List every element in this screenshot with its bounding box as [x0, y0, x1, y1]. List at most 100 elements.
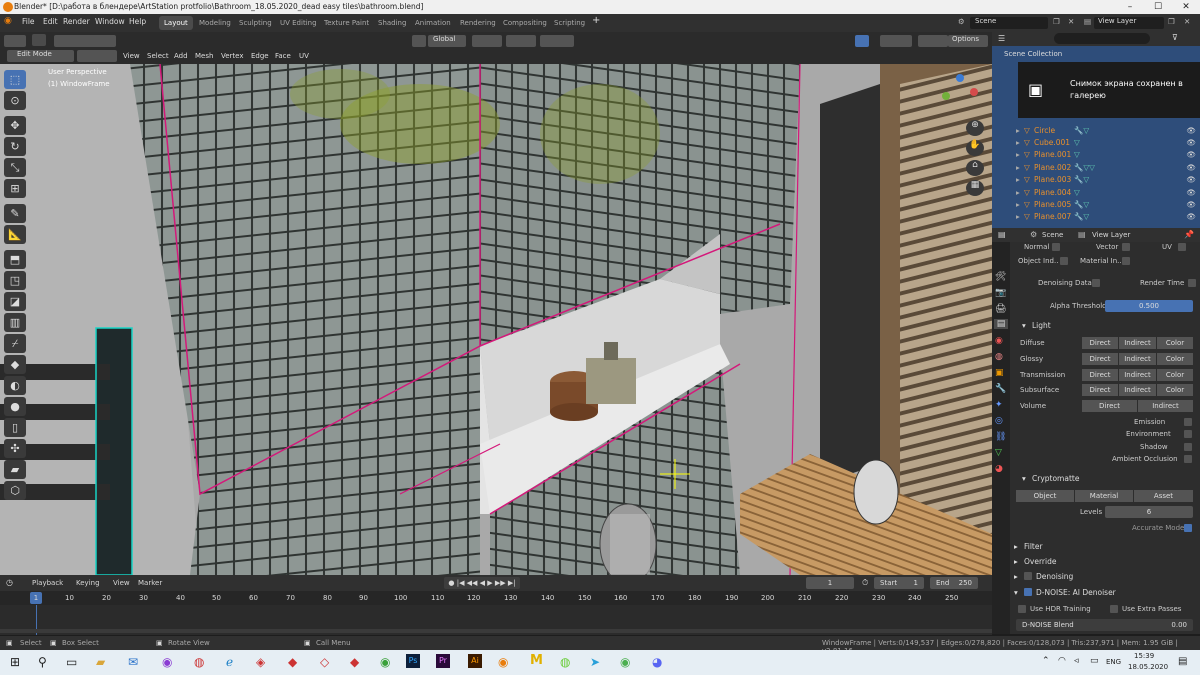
move-tool-icon[interactable]: ✥: [4, 116, 26, 135]
object-tab-icon[interactable]: ▣: [995, 368, 1004, 378]
outliner-row[interactable]: ▸ ▽ Plane.001 ▽ 👁: [1016, 149, 1200, 161]
tab-scripting[interactable]: Scripting: [549, 16, 590, 30]
play-icon[interactable]: [32, 34, 46, 46]
eye-icon[interactable]: 👁: [1186, 163, 1196, 172]
blender-taskbar-icon[interactable]: ◉: [498, 655, 508, 669]
vp-menu-vertex[interactable]: Vertex: [218, 50, 247, 62]
eye-icon[interactable]: 👁: [1186, 138, 1196, 147]
light-section-title[interactable]: Light: [1032, 321, 1051, 330]
outliner-item[interactable]: Plane.001: [1034, 150, 1074, 159]
timeline-menu-view[interactable]: View: [113, 579, 130, 587]
windows-start-icon[interactable]: ⊞: [10, 655, 20, 669]
vp-menu-add[interactable]: Add: [171, 50, 191, 62]
outliner-item[interactable]: Cube.001: [1034, 138, 1074, 147]
view-layer-copy-icon[interactable]: ❐: [1168, 17, 1175, 26]
illustrator-icon[interactable]: Ai: [468, 654, 482, 668]
denoising-data-checkbox[interactable]: [1092, 279, 1100, 287]
vp-menu-view[interactable]: View: [120, 50, 143, 62]
modifier-tab-icon[interactable]: 🔧: [995, 384, 1006, 394]
outliner-item[interactable]: Plane.003: [1034, 175, 1074, 184]
tab-uv-editing[interactable]: UV Editing: [275, 16, 322, 30]
denoising-checkbox[interactable]: [1024, 572, 1032, 580]
clock-date[interactable]: 18.05.2020: [1128, 663, 1168, 671]
mode-selector[interactable]: Edit Mode: [7, 50, 74, 62]
dnoise-section[interactable]: D-NOISE: AI Denoiser: [1036, 588, 1116, 597]
vp-menu-mesh[interactable]: Mesh: [192, 50, 216, 62]
scene-close-icon[interactable]: ✕: [1068, 17, 1074, 26]
world-tab-icon[interactable]: ◍: [995, 352, 1003, 362]
dnoise-chevron[interactable]: ▾: [1014, 588, 1018, 597]
outliner-row[interactable]: ▸ ▽ Cube.001 ▽ 👁: [1016, 136, 1200, 148]
outliner-editor-icon[interactable]: ☰: [998, 34, 1005, 43]
transmission-direct-button[interactable]: Direct: [1082, 369, 1118, 381]
outliner-row[interactable]: ▸ ▽ Plane.002 🔧▽▽ 👁: [1016, 161, 1200, 173]
overlay-toggle-buttons[interactable]: [880, 35, 912, 47]
glossy-color-button[interactable]: Color: [1157, 353, 1193, 365]
cursor-tool-icon[interactable]: ⊙: [4, 91, 26, 110]
outliner-item[interactable]: Circle: [1034, 126, 1074, 135]
menu-render[interactable]: Render: [63, 17, 90, 26]
wifi-icon[interactable]: ◠: [1058, 656, 1066, 666]
premiere-icon[interactable]: Pr: [436, 654, 450, 668]
volume-icon[interactable]: ◃: [1074, 656, 1079, 666]
override-section[interactable]: Override: [1024, 557, 1056, 566]
cryptomatte-material-button[interactable]: Material: [1075, 490, 1133, 502]
outliner-row[interactable]: ▸ ▽ Plane.004 ▽ 👁: [1016, 186, 1200, 198]
smooth-tool-icon[interactable]: ●: [4, 397, 26, 416]
search-icon[interactable]: ⚲: [38, 655, 47, 669]
timeline-scrollbar[interactable]: [0, 629, 992, 633]
cryptomatte-chevron[interactable]: ▾: [1022, 474, 1026, 483]
pass-vector-checkbox[interactable]: [1122, 243, 1130, 251]
clock-time[interactable]: 15:39: [1134, 652, 1154, 660]
filter-chevron[interactable]: ▸: [1014, 542, 1018, 551]
particles-tab-icon[interactable]: ✦: [995, 400, 1003, 410]
filter-icon[interactable]: ⊽: [1172, 33, 1178, 42]
outliner-row[interactable]: ▸ ▽ Circle 🔧▽ 👁: [1016, 124, 1200, 136]
minimize-button[interactable]: –: [1116, 0, 1144, 14]
glossy-direct-button[interactable]: Direct: [1082, 353, 1118, 365]
pass-object-index-checkbox[interactable]: [1060, 257, 1068, 265]
start-frame-field[interactable]: Start 1: [874, 577, 924, 589]
outliner-item[interactable]: Plane.004: [1034, 188, 1074, 197]
tab-shading[interactable]: Shading: [373, 16, 411, 30]
override-chevron[interactable]: ▸: [1014, 557, 1018, 566]
bevel-tool-icon[interactable]: ◪: [4, 292, 26, 311]
extrude-tool-icon[interactable]: ⬒: [4, 250, 26, 269]
grid-view-icon[interactable]: ▦: [966, 180, 984, 196]
data-tab-icon[interactable]: ▽: [995, 448, 1002, 458]
app-icon[interactable]: ◍: [194, 655, 204, 669]
outliner-item[interactable]: Plane.007: [1034, 212, 1074, 221]
volume-indirect-button[interactable]: Indirect: [1138, 400, 1193, 412]
outliner-item[interactable]: Plane.005: [1034, 200, 1074, 209]
subsurface-indirect-button[interactable]: Indirect: [1119, 384, 1156, 396]
shadow-checkbox[interactable]: [1184, 443, 1192, 451]
timeline-menu-marker[interactable]: Marker: [138, 579, 162, 587]
physics-tab-icon[interactable]: ◎: [995, 416, 1003, 426]
current-frame-field[interactable]: 1: [806, 577, 854, 589]
camera-view-icon[interactable]: ⌂: [966, 160, 984, 176]
select-tool-icon[interactable]: ⬚: [4, 70, 26, 89]
pass-uv-checkbox[interactable]: [1178, 243, 1186, 251]
eye-icon[interactable]: 👁: [1186, 188, 1196, 197]
tab-texture-paint[interactable]: Texture Paint: [319, 16, 374, 30]
transmission-color-button[interactable]: Color: [1157, 369, 1193, 381]
end-frame-field[interactable]: End 250: [930, 577, 978, 589]
menu-help[interactable]: Help: [129, 17, 146, 26]
use-extra-passes-checkbox[interactable]: [1110, 605, 1118, 613]
gizmo-toggle-icon[interactable]: [855, 35, 869, 47]
constraints-tab-icon[interactable]: ⛓: [995, 432, 1006, 442]
media-player-icon[interactable]: ◉: [162, 655, 172, 669]
zoom-icon[interactable]: ⊕: [966, 120, 984, 136]
accurate-mode-checkbox[interactable]: [1184, 524, 1192, 532]
editor-type-button[interactable]: [4, 35, 26, 47]
snap-button[interactable]: [506, 35, 536, 47]
discord-icon[interactable]: ◕: [652, 655, 662, 669]
dnoise-blend-slider[interactable]: D-NOISE Blend 0.00: [1016, 619, 1193, 631]
tab-rendering[interactable]: Rendering: [455, 16, 501, 30]
pass-normal-checkbox[interactable]: [1052, 243, 1060, 251]
rip-tool-icon[interactable]: ⬡: [4, 481, 26, 500]
outliner-row[interactable]: ▸ ▽ Plane.005 🔧▽ 👁: [1016, 198, 1200, 210]
tab-layout[interactable]: Layout: [159, 16, 193, 30]
menu-edit[interactable]: Edit: [43, 17, 58, 26]
eye-icon[interactable]: 👁: [1186, 212, 1196, 221]
